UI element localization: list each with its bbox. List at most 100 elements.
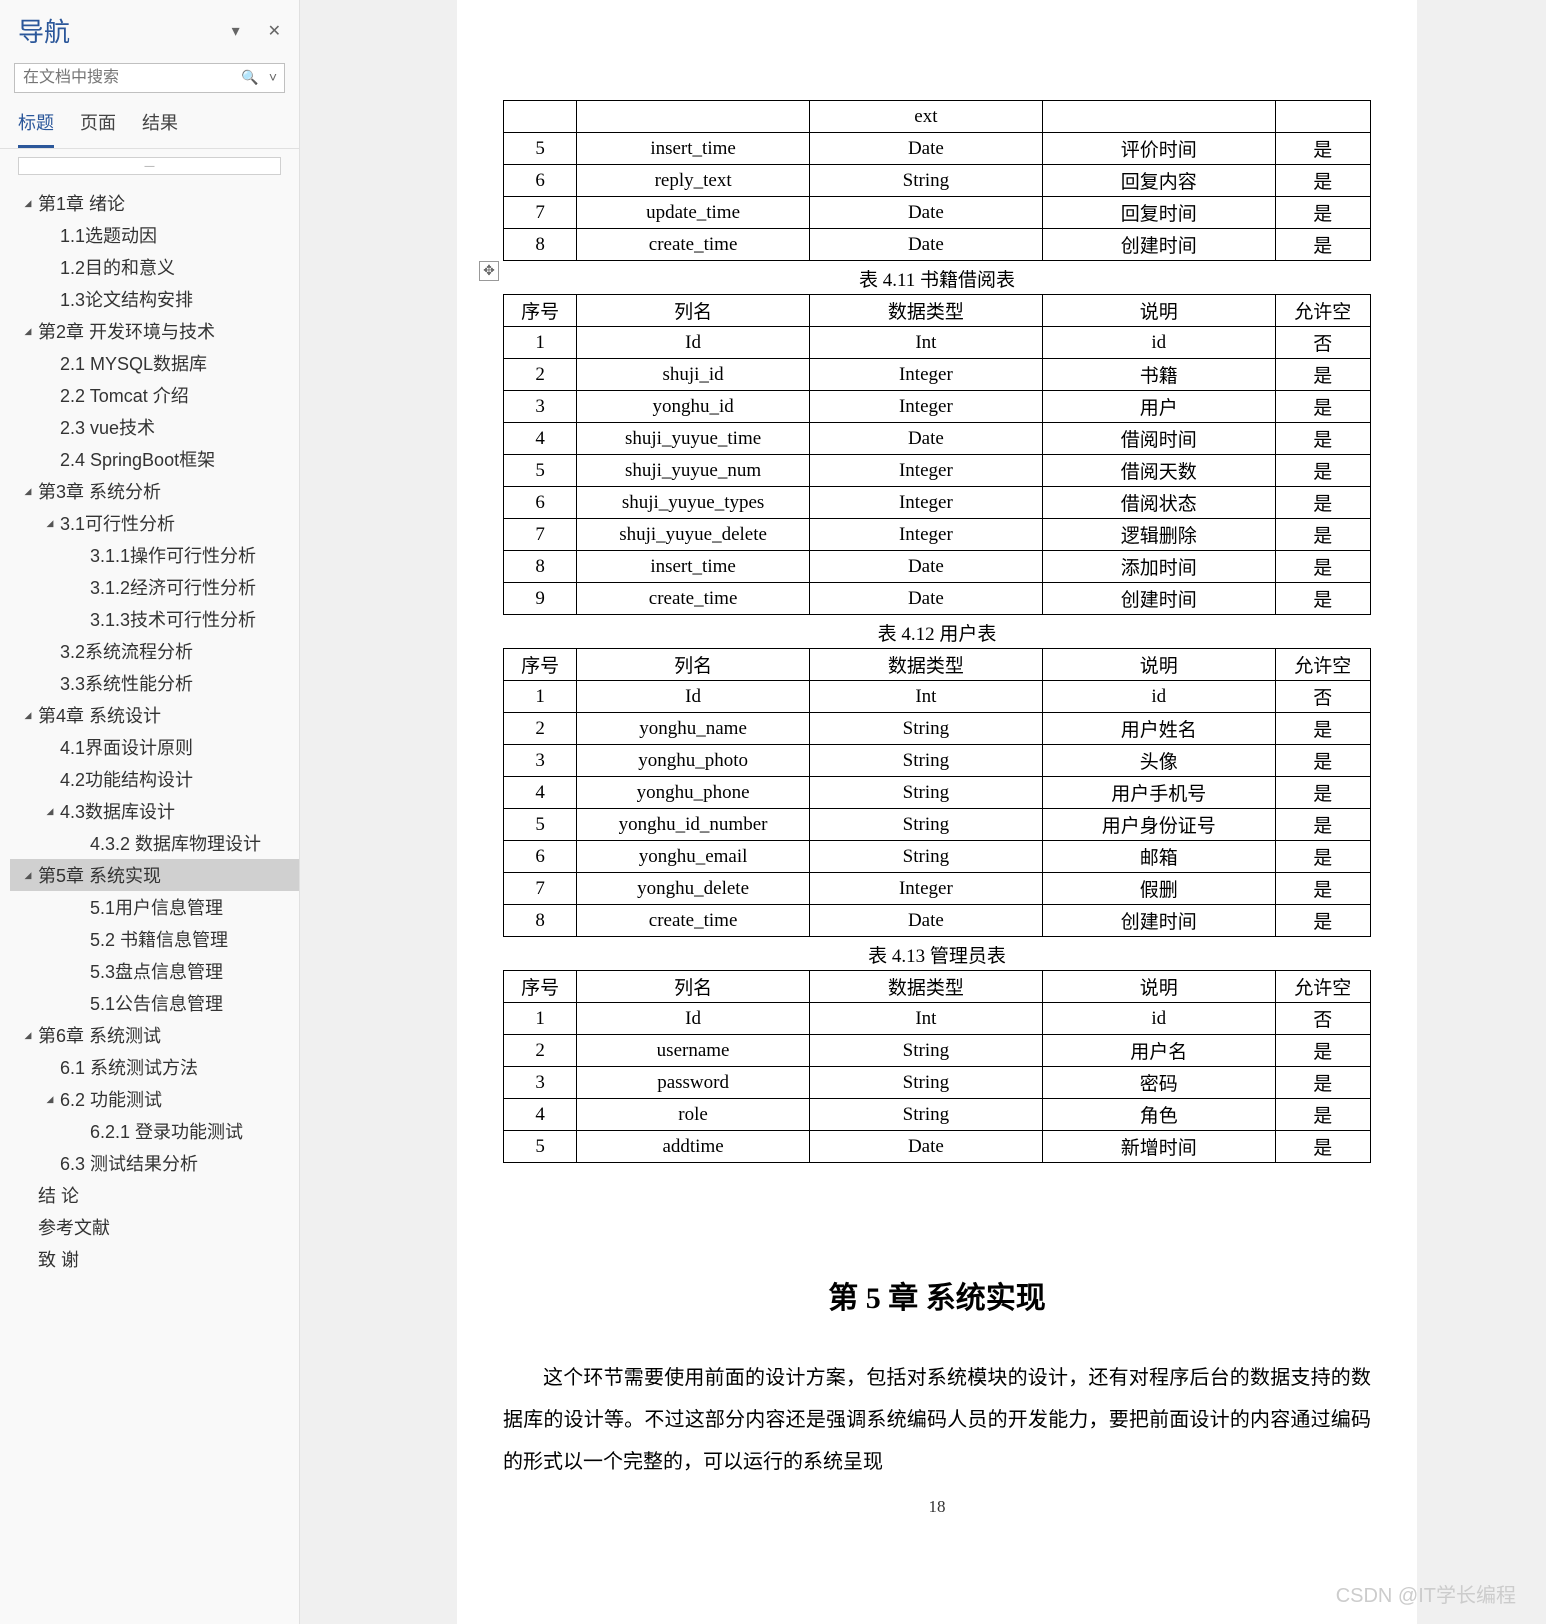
tree-item[interactable]: ◢第4章 系统设计 [10, 699, 299, 731]
table-anchor-icon[interactable]: ✥ [479, 261, 499, 281]
tree-item[interactable]: ◢第6章 系统测试 [10, 1019, 299, 1051]
tree-item[interactable]: 5.2 书籍信息管理 [10, 923, 299, 955]
table-cell: 5 [504, 455, 577, 487]
collapse-bar[interactable]: — [18, 157, 281, 175]
table-cell: 4 [504, 1099, 577, 1131]
tree-item[interactable]: ◢3.1可行性分析 [10, 507, 299, 539]
tree-item[interactable]: 1.2目的和意义 [10, 251, 299, 283]
table-cell: shuji_id [577, 359, 810, 391]
table-cell: 是 [1275, 809, 1370, 841]
table-cell: yonghu_phone [577, 777, 810, 809]
table-cell: String [809, 809, 1042, 841]
table-cell [1042, 101, 1275, 133]
table-cell: password [577, 1067, 810, 1099]
table-cell: Integer [809, 359, 1042, 391]
table-cell: 否 [1275, 681, 1370, 713]
table-cell: 列名 [577, 295, 810, 327]
tree-item[interactable]: 参考文献 [10, 1211, 299, 1243]
table-cell: String [809, 713, 1042, 745]
table-caption: 表 4.11 书籍借阅表 [503, 261, 1371, 294]
tree-item[interactable]: 结 论 [10, 1179, 299, 1211]
table-cell: reply_text [577, 165, 810, 197]
table-cell: 用户手机号 [1042, 777, 1275, 809]
table-cell: 说明 [1042, 295, 1275, 327]
dropdown-icon[interactable]: ▾ [232, 21, 240, 41]
table-cell: 5 [504, 809, 577, 841]
tree-item[interactable]: 6.2.1 登录功能测试 [10, 1115, 299, 1147]
table-cell: 是 [1275, 1067, 1370, 1099]
chevron-down-icon[interactable]: ˅ [269, 69, 277, 86]
table-cell: shuji_yuyue_time [577, 423, 810, 455]
page: ext5insert_timeDate评价时间是6reply_textStrin… [457, 0, 1417, 1624]
tree-item[interactable]: 1.1选题动因 [10, 219, 299, 251]
table-cell: id [1042, 681, 1275, 713]
tree-item[interactable]: 2.4 SpringBoot框架 [10, 443, 299, 475]
tree-item[interactable]: 6.3 测试结果分析 [10, 1147, 299, 1179]
table-cell: 列名 [577, 649, 810, 681]
page-number: 18 [503, 1497, 1371, 1517]
table-cell: yonghu_email [577, 841, 810, 873]
table-cell: 数据类型 [809, 295, 1042, 327]
tree-item[interactable]: 5.1公告信息管理 [10, 987, 299, 1019]
tree-item[interactable]: 2.2 Tomcat 介绍 [10, 379, 299, 411]
close-icon[interactable]: ✕ [268, 21, 281, 41]
table-cell: 是 [1275, 551, 1370, 583]
tree-item[interactable]: 2.1 MYSQL数据库 [10, 347, 299, 379]
tree-item[interactable]: ◢6.2 功能测试 [10, 1083, 299, 1115]
table-cell: 创建时间 [1042, 229, 1275, 261]
table-cell: shuji_yuyue_num [577, 455, 810, 487]
table-cell: Integer [809, 873, 1042, 905]
table-cell: 是 [1275, 487, 1370, 519]
search-icon[interactable]: 🔍 [241, 69, 258, 86]
tree-item[interactable]: 5.3盘点信息管理 [10, 955, 299, 987]
table-cell: 添加时间 [1042, 551, 1275, 583]
table-cell: 8 [504, 229, 577, 261]
tree-item[interactable]: 3.3系统性能分析 [10, 667, 299, 699]
table-cell: 是 [1275, 165, 1370, 197]
table-cell: String [809, 1035, 1042, 1067]
table-cell: 是 [1275, 841, 1370, 873]
table-cell: Date [809, 1131, 1042, 1163]
tree-item[interactable]: 5.1用户信息管理 [10, 891, 299, 923]
table-cell: 新增时间 [1042, 1131, 1275, 1163]
table-cell: 1 [504, 681, 577, 713]
tree-item[interactable]: ◢第2章 开发环境与技术 [10, 315, 299, 347]
table-cell: 8 [504, 905, 577, 937]
tree-item[interactable]: 2.3 vue技术 [10, 411, 299, 443]
tab-headings[interactable]: 标题 [18, 103, 54, 148]
table-cell: 7 [504, 197, 577, 229]
tree-item[interactable]: 3.1.3技术可行性分析 [10, 603, 299, 635]
table-cell: addtime [577, 1131, 810, 1163]
table-cell: 是 [1275, 1131, 1370, 1163]
table-cell: 是 [1275, 1099, 1370, 1131]
table-cell: 创建时间 [1042, 583, 1275, 615]
table-cell: Date [809, 229, 1042, 261]
tab-pages[interactable]: 页面 [80, 103, 116, 148]
tree-item[interactable]: ◢第5章 系统实现 [10, 859, 299, 891]
tree-item[interactable]: ◢第1章 绪论 [10, 187, 299, 219]
table-cell: 列名 [577, 971, 810, 1003]
table-cell: shuji_yuyue_types [577, 487, 810, 519]
tree-item[interactable]: ◢第3章 系统分析 [10, 475, 299, 507]
tree-item[interactable]: 4.2功能结构设计 [10, 763, 299, 795]
tree-item[interactable]: 4.3.2 数据库物理设计 [10, 827, 299, 859]
tab-results[interactable]: 结果 [142, 103, 178, 148]
table-cell: 序号 [504, 971, 577, 1003]
table-cell: 邮箱 [1042, 841, 1275, 873]
tree-item[interactable]: 6.1 系统测试方法 [10, 1051, 299, 1083]
tree-item[interactable]: 3.2系统流程分析 [10, 635, 299, 667]
tree-item[interactable]: ◢4.3数据库设计 [10, 795, 299, 827]
table-cell: yonghu_name [577, 713, 810, 745]
table-cell: 7 [504, 519, 577, 551]
tree-item[interactable]: 3.1.2经济可行性分析 [10, 571, 299, 603]
tree-item[interactable]: 1.3论文结构安排 [10, 283, 299, 315]
tree-item[interactable]: 致 谢 [10, 1243, 299, 1275]
table-cell: 是 [1275, 745, 1370, 777]
table-cell: 4 [504, 423, 577, 455]
table-cell: 否 [1275, 1003, 1370, 1035]
table-cell: 说明 [1042, 649, 1275, 681]
tree-item[interactable]: 3.1.1操作可行性分析 [10, 539, 299, 571]
table-cell: Integer [809, 519, 1042, 551]
table-cell: String [809, 1067, 1042, 1099]
tree-item[interactable]: 4.1界面设计原则 [10, 731, 299, 763]
